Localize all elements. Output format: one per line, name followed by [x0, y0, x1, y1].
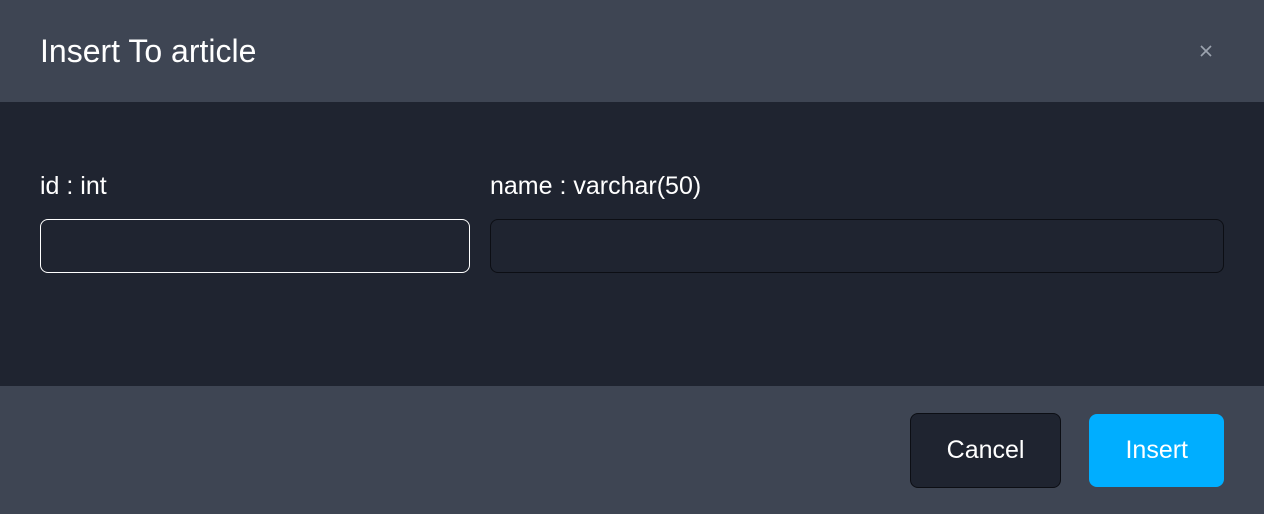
insert-modal: Insert To article id : int name : varcha…	[0, 0, 1264, 514]
modal-body: id : int name : varchar(50)	[0, 102, 1264, 386]
name-input[interactable]	[490, 219, 1224, 273]
close-icon	[1196, 41, 1216, 61]
id-input[interactable]	[40, 219, 470, 273]
field-group-id: id : int	[40, 172, 470, 346]
modal-header: Insert To article	[0, 0, 1264, 102]
field-group-name: name : varchar(50)	[490, 172, 1224, 346]
modal-footer: Cancel Insert	[0, 386, 1264, 514]
cancel-button[interactable]: Cancel	[910, 413, 1062, 488]
field-label-id: id : int	[40, 172, 470, 201]
field-label-name: name : varchar(50)	[490, 172, 1224, 201]
modal-title: Insert To article	[40, 33, 256, 70]
insert-button[interactable]: Insert	[1089, 414, 1224, 487]
close-button[interactable]	[1188, 33, 1224, 69]
